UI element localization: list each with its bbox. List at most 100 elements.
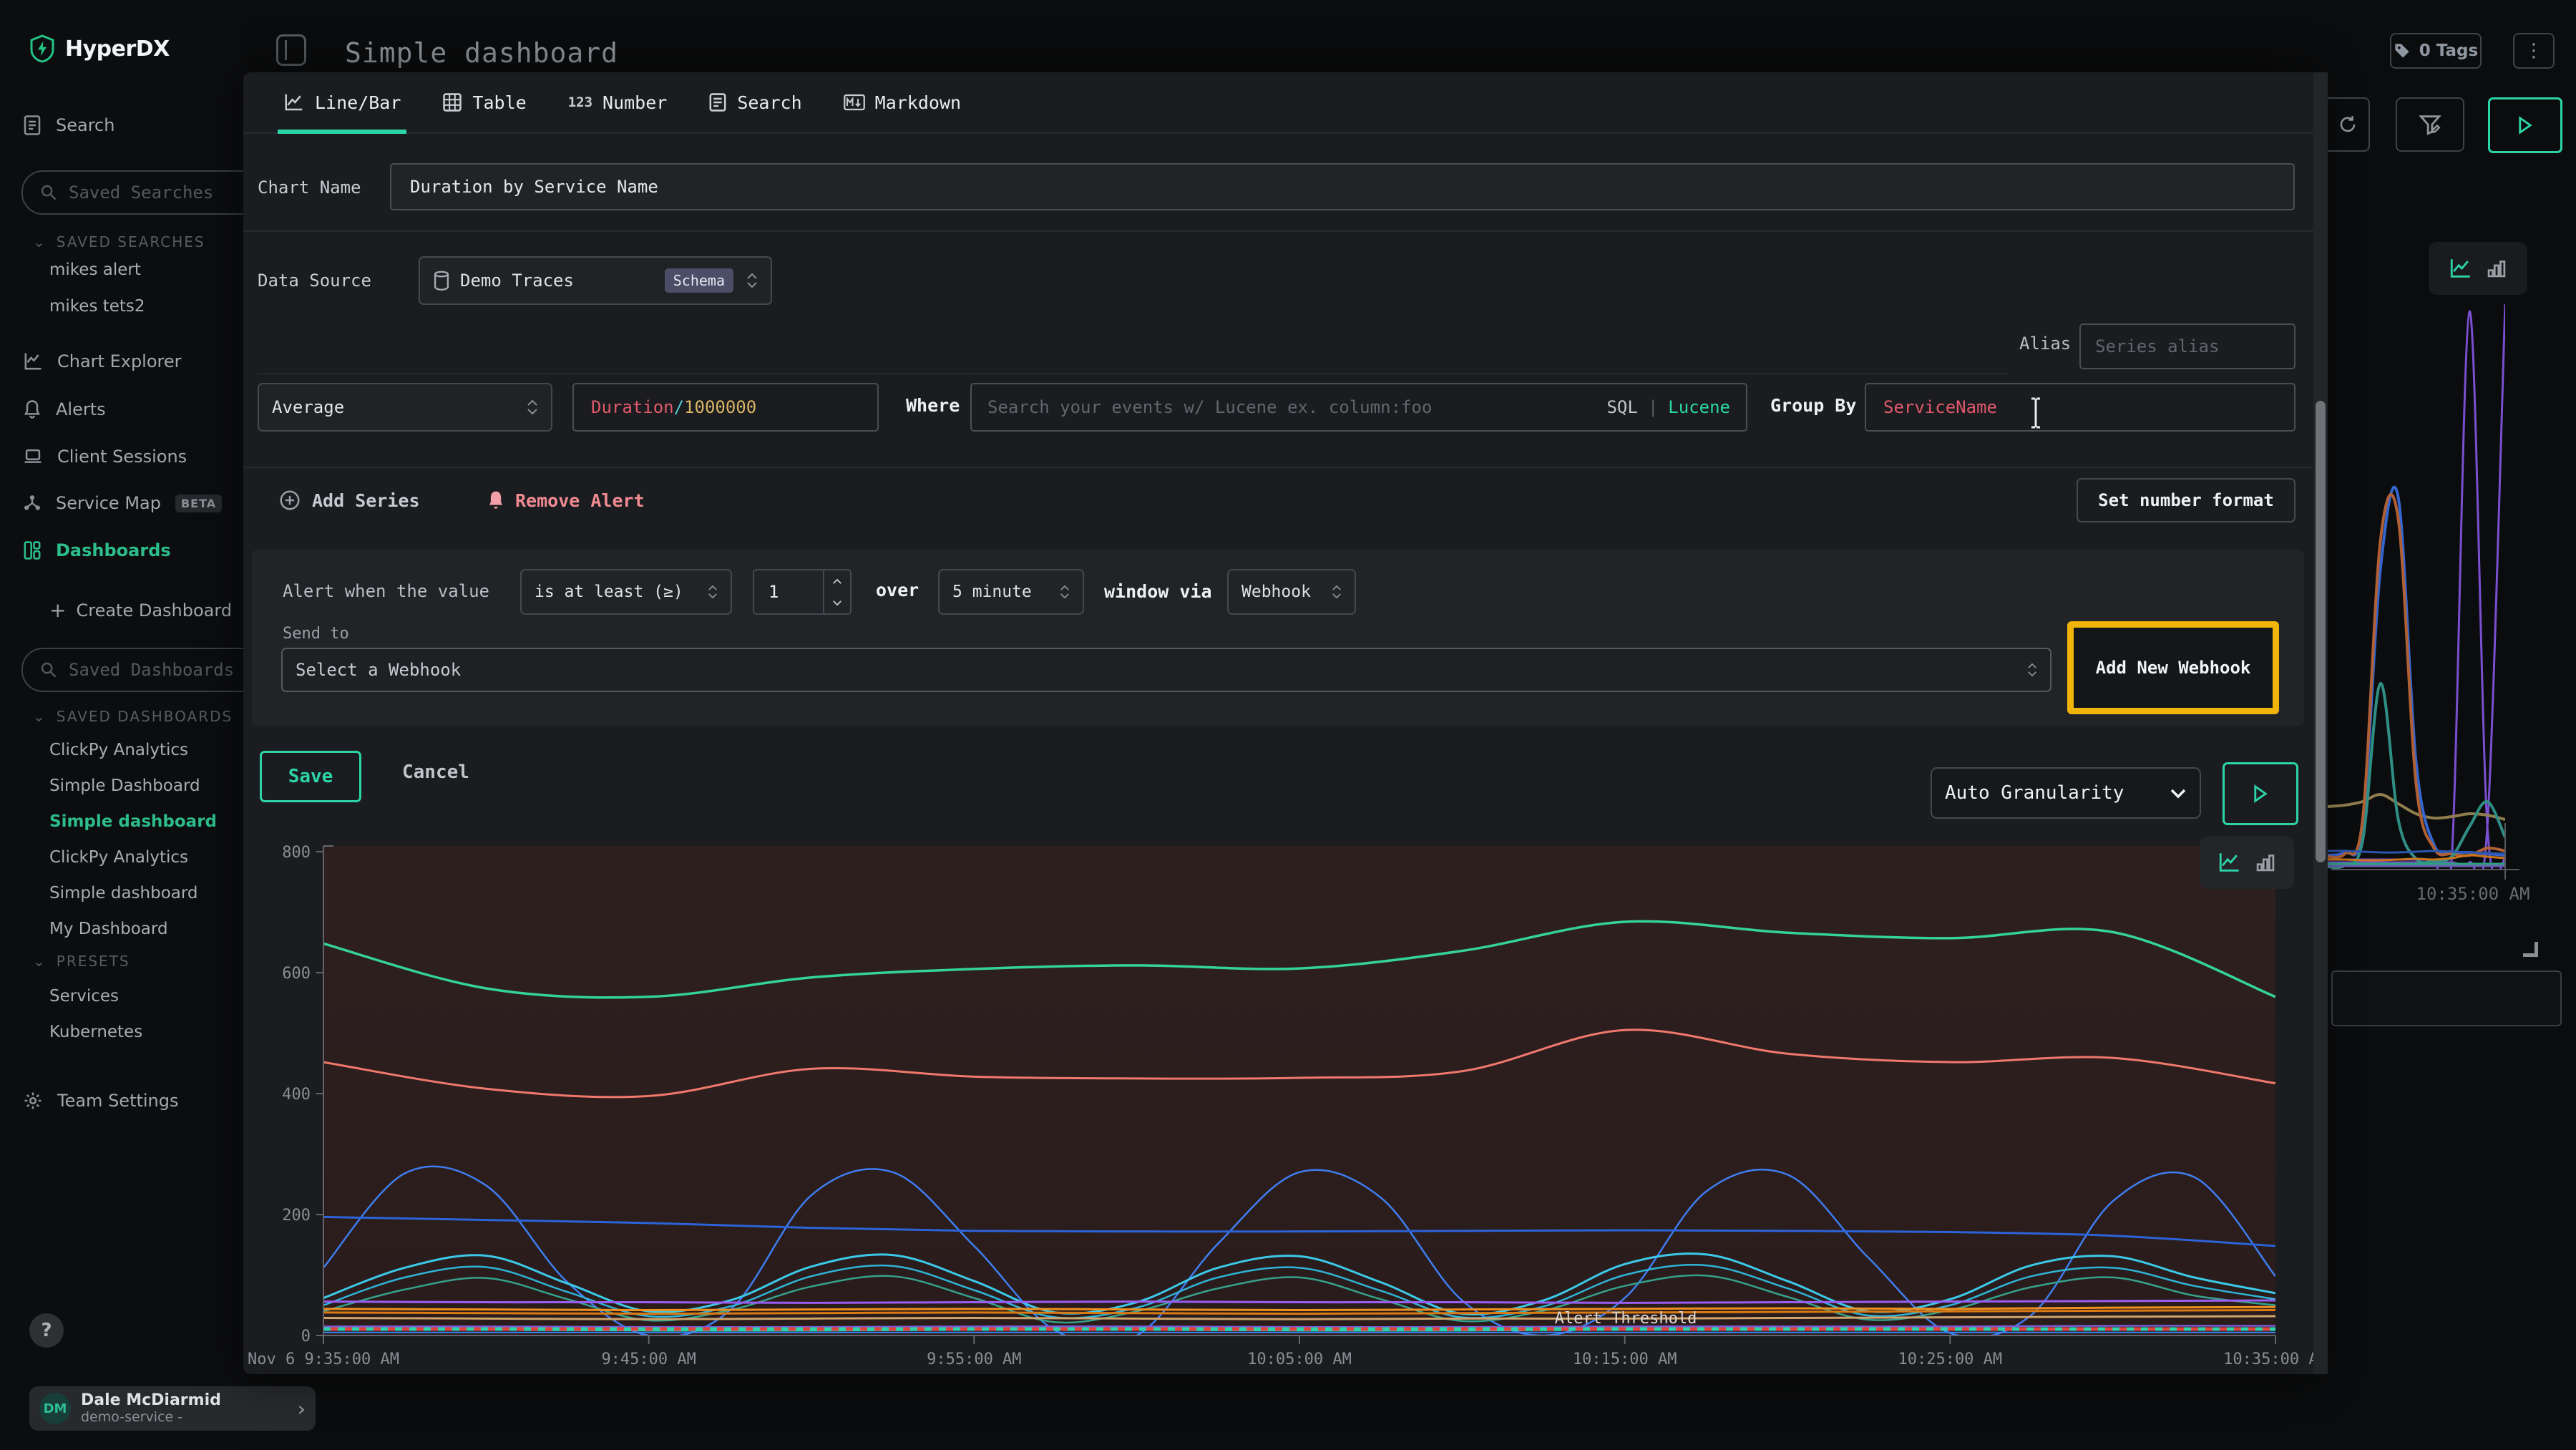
line-chart-icon bbox=[2218, 851, 2242, 874]
saved-dashboards-placeholder: Saved Dashboards bbox=[69, 660, 234, 680]
saved-dashboards-header[interactable]: ⌄ SAVED DASHBOARDS bbox=[33, 708, 240, 725]
chart-name-input[interactable]: Duration by Service Name bbox=[390, 163, 2295, 210]
alert-value-input[interactable]: 1 bbox=[753, 569, 852, 615]
alert-operator-select[interactable]: is at least (≥) bbox=[520, 569, 732, 615]
alias-input[interactable]: Series alias bbox=[2079, 323, 2296, 369]
sidebar-item-alerts[interactable]: Alerts bbox=[23, 399, 106, 419]
saved-dashboard-item[interactable]: Simple dashboard bbox=[49, 884, 217, 902]
tab-number[interactable]: 123Number bbox=[568, 72, 668, 132]
tab-table[interactable]: Table bbox=[442, 72, 526, 132]
resize-handle-icon[interactable] bbox=[2523, 942, 2538, 957]
saved-search-item[interactable]: mikes alert bbox=[49, 261, 145, 279]
tab-markdown[interactable]: Markdown bbox=[844, 72, 961, 132]
x-tick-label: 10:25:00 AM bbox=[1898, 1351, 2002, 1368]
modal-scrollbar-thumb[interactable] bbox=[2316, 401, 2326, 862]
user-menu[interactable]: DM Dale McDiarmid demo-service - › bbox=[29, 1386, 316, 1431]
saved-dashboard-item[interactable]: ClickPy Analytics bbox=[49, 848, 217, 867]
bg-x-tick-label: 10:35:00 AM bbox=[2416, 884, 2530, 904]
filter-icon bbox=[2418, 112, 2442, 137]
over-label: over bbox=[876, 580, 919, 600]
data-source-select[interactable]: Demo Traces Schema bbox=[419, 256, 772, 305]
add-series-button[interactable]: Add Series bbox=[279, 490, 420, 511]
preset-item[interactable]: Services bbox=[49, 987, 142, 1006]
send-to-label: Send to bbox=[283, 625, 349, 643]
dashboards-icon bbox=[23, 540, 42, 560]
search-doc-icon bbox=[23, 115, 42, 136]
edit-chart-modal: Line/BarTable123NumberSearchMarkdown Cha… bbox=[243, 72, 2313, 1374]
expression-token: Duration bbox=[591, 397, 674, 417]
chart-type-tabs: Line/Bar Table 123Number Search Markdown bbox=[243, 72, 2313, 134]
123-icon: 123 bbox=[568, 94, 592, 110]
tab-search[interactable]: Search bbox=[708, 72, 801, 132]
y-tick-label: 400 bbox=[282, 1086, 311, 1104]
number-spinner[interactable] bbox=[823, 570, 850, 613]
alert-channel-select[interactable]: Webhook bbox=[1227, 569, 1356, 615]
sidebar-item-dashboards[interactable]: Dashboards bbox=[23, 540, 171, 560]
list-icon bbox=[708, 92, 727, 112]
cancel-button[interactable]: Cancel bbox=[402, 762, 469, 783]
preset-item[interactable]: Kubernetes bbox=[49, 1023, 142, 1041]
chevron-down-icon: ⌄ bbox=[33, 953, 47, 970]
beta-badge: BETA bbox=[175, 495, 222, 512]
kebab-menu-button[interactable]: ⋮ bbox=[2513, 33, 2555, 69]
saved-dashboard-item[interactable]: My Dashboard bbox=[49, 920, 217, 938]
tags-button[interactable]: 0 Tags bbox=[2390, 33, 2482, 69]
sidebar-item-search[interactable]: Search bbox=[23, 115, 114, 136]
saved-searches-header[interactable]: ⌄ SAVED SEARCHES bbox=[33, 233, 205, 250]
saved-dashboard-item[interactable]: ClickPy Analytics bbox=[49, 741, 217, 759]
brand[interactable]: HyperDX bbox=[29, 34, 170, 63]
expression-token: / bbox=[674, 397, 684, 417]
tab-line-bar[interactable]: Line/Bar bbox=[283, 72, 401, 132]
avatar: DM bbox=[39, 1393, 71, 1424]
x-tick-label: 10:35:00 AM bbox=[2223, 1351, 2313, 1368]
remove-alert-button[interactable]: Remove Alert bbox=[487, 490, 645, 511]
background-chart-type-toggle[interactable] bbox=[2429, 242, 2527, 295]
bar-chart-icon bbox=[2255, 852, 2276, 873]
sql-toggle[interactable]: SQL bbox=[1606, 397, 1637, 417]
create-dashboard-button[interactable]: + Create Dashboard bbox=[49, 598, 232, 622]
add-new-webhook-button[interactable]: Add New Webhook bbox=[2096, 658, 2251, 678]
presets-list: Services Kubernetes bbox=[49, 987, 142, 1041]
line-icon bbox=[283, 92, 305, 112]
webhook-select[interactable]: Select a Webhook bbox=[281, 648, 2051, 692]
refresh-button[interactable] bbox=[2327, 97, 2370, 152]
run-preview-button[interactable] bbox=[2223, 762, 2298, 825]
run-query-button-background[interactable] bbox=[2488, 97, 2562, 153]
saved-search-item[interactable]: mikes tets2 bbox=[49, 297, 145, 316]
saved-dashboard-item[interactable]: Simple dashboard bbox=[49, 812, 217, 831]
aggregation-select[interactable]: Average bbox=[258, 383, 552, 432]
sidebar-collapse-icon[interactable] bbox=[276, 34, 306, 66]
set-number-format-button[interactable]: Set number format bbox=[2077, 478, 2296, 522]
y-tick-label: 200 bbox=[282, 1207, 311, 1225]
sidebar-item-chart-explorer[interactable]: Chart Explorer bbox=[23, 351, 182, 371]
x-tick-label: Nov 6 9:35:00 AM bbox=[248, 1351, 399, 1368]
laptop-icon bbox=[23, 447, 43, 466]
lucene-toggle[interactable]: Lucene bbox=[1668, 397, 1730, 417]
chevron-down-icon: ⌄ bbox=[33, 708, 47, 725]
modal-chart-type-toggle[interactable] bbox=[2200, 836, 2294, 889]
y-tick-label: 0 bbox=[301, 1328, 311, 1346]
sidebar-item-service-map[interactable]: Service Map BETA bbox=[23, 493, 222, 513]
add-new-webhook-highlight: Add New Webhook bbox=[2067, 621, 2279, 714]
saved-dashboard-item[interactable]: Simple Dashboard bbox=[49, 777, 217, 795]
sidebar-item-team-settings[interactable]: Team Settings bbox=[23, 1091, 179, 1111]
divider bbox=[258, 373, 2007, 374]
select-chevrons-icon bbox=[708, 585, 718, 599]
help-button[interactable]: ? bbox=[29, 1313, 64, 1348]
chevron-down-icon bbox=[2170, 788, 2187, 799]
presets-header[interactable]: ⌄ PRESETS bbox=[33, 953, 130, 970]
page-title[interactable]: Simple dashboard bbox=[345, 37, 618, 69]
field-expression-input[interactable]: Duration/1000000 bbox=[572, 383, 879, 432]
divider bbox=[243, 467, 2313, 468]
hyperdx-logo-icon bbox=[29, 34, 55, 63]
sidebar-item-client-sessions[interactable]: Client Sessions bbox=[23, 447, 187, 467]
save-button[interactable]: Save bbox=[260, 751, 361, 802]
filter-button[interactable] bbox=[2396, 97, 2464, 152]
plus-icon: + bbox=[49, 598, 66, 622]
service-map-icon bbox=[23, 494, 42, 512]
group-by-input[interactable]: ServiceName bbox=[1865, 383, 2296, 432]
alert-window-select[interactable]: 5 minute bbox=[938, 569, 1084, 615]
granularity-select[interactable]: Auto Granularity bbox=[1931, 767, 2201, 819]
schema-badge: Schema bbox=[665, 268, 733, 293]
where-search-input[interactable]: Search your events w/ Lucene ex. column:… bbox=[970, 383, 1747, 432]
